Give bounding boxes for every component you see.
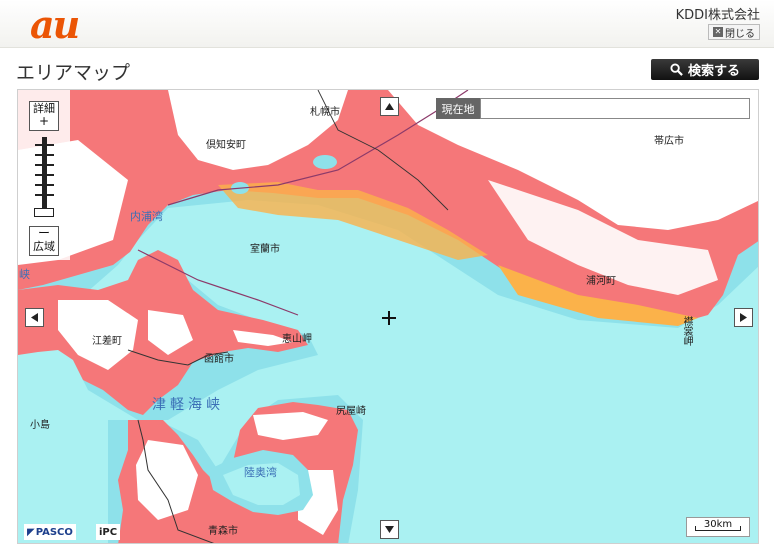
pan-left-button[interactable] [25,308,44,327]
pasco-credit-label: PASCO [35,526,73,538]
scale-bar-line [695,526,741,531]
search-button-label: 検索する [687,64,740,79]
current-location-label: 現在地 [436,98,480,119]
water-mutsu: 陸奥湾 [244,466,277,479]
zoom-tick[interactable] [35,194,54,196]
area-map[interactable]: 札幌市 倶知安町 帯広市 室蘭市 浦河町 江差町 函館市 恵山岬 小島 尻屋崎 … [17,89,759,544]
zoom-tick[interactable] [35,174,54,176]
pasco-credit: ◤ PASCO [24,524,76,540]
triangle-up-icon [385,103,394,110]
page-title: エリアマップ [16,62,131,84]
crosshair-icon [382,311,396,325]
search-button[interactable]: 検索する [651,59,759,80]
plus-icon: + [38,114,50,128]
place-urakawa[interactable]: 浦河町 [586,272,616,287]
close-button-label: 閉じる [725,28,755,40]
place-muroran[interactable]: 室蘭市 [250,240,280,255]
water-kyo: 峡 [19,268,30,281]
zoom-in-button[interactable]: 詳細 + [29,101,59,131]
scale-bar: 30km [686,517,750,537]
zoom-out-button[interactable]: ー 広域 [29,226,59,256]
minus-icon: ー [37,226,50,240]
pan-down-button[interactable] [380,520,399,539]
magnifier-icon [670,63,683,76]
company-name: KDDI株式会社 [675,8,760,23]
pan-right-button[interactable] [734,308,753,327]
ipc-credit: iPC [96,524,121,540]
place-aomori[interactable]: 青森市 [208,522,238,537]
zoom-out-label: 広域 [33,240,55,253]
place-hakodate[interactable]: 函館市 [204,350,234,365]
zoom-slider-handle[interactable] [34,208,54,217]
zoom-tick[interactable] [35,184,54,186]
au-logo[interactable]: au [30,2,80,47]
close-button[interactable]: ✕ 閉じる [708,24,760,40]
place-esan[interactable]: 恵山岬 [282,330,312,345]
place-kojima[interactable]: 小島 [30,416,50,431]
place-obihiro[interactable]: 帯広市 [654,132,684,147]
pan-up-button[interactable] [380,97,399,116]
place-kutchan[interactable]: 倶知安町 [206,136,246,151]
zoom-control: 詳細 + ー 広域 [18,90,70,260]
current-location-field[interactable] [480,98,750,119]
close-x-icon: ✕ [713,27,723,37]
place-erimo[interactable]: 襟裳岬 [679,316,694,346]
triangle-right-icon [740,313,747,322]
place-esashi[interactable]: 江差町 [92,332,122,347]
header-bar: au KDDI株式会社 ✕ 閉じる [0,0,774,48]
place-shiriya[interactable]: 尻屋崎 [336,402,366,417]
zoom-tick[interactable] [35,154,54,156]
water-uchiura: 内浦湾 [130,210,163,223]
water-tsugaru: 津軽海峡 [152,397,224,413]
place-sapporo[interactable]: 札幌市 [310,103,340,118]
zoom-slider-track[interactable] [42,137,47,217]
zoom-tick[interactable] [35,144,54,146]
zoom-tick[interactable] [35,164,54,166]
triangle-down-icon [385,526,394,533]
triangle-left-icon [31,313,38,322]
pasco-logo-mark: ◤ [27,526,35,538]
